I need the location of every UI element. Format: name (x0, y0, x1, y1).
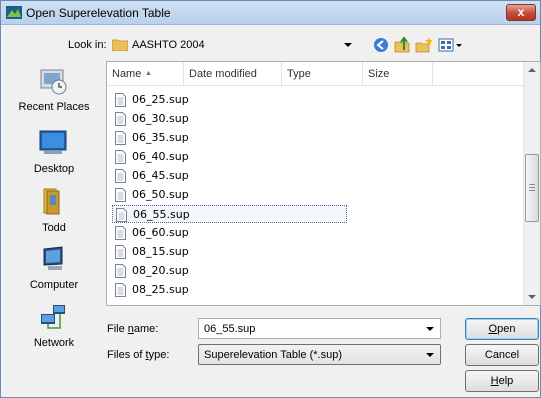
file-name: 06_45.sup (132, 169, 189, 182)
title-bar: Open Superelevation Table x (1, 1, 540, 25)
file-row[interactable]: 06_25.sup (112, 91, 347, 109)
filename-label: File name: (107, 323, 159, 335)
place-label: Todd (42, 222, 66, 234)
file-icon (115, 283, 126, 297)
computer-icon (43, 246, 63, 270)
file-row[interactable]: 06_50.sup (112, 186, 347, 204)
app-icon (6, 6, 22, 19)
column-label: Date modified (189, 68, 257, 80)
new-folder-icon[interactable] (415, 36, 433, 54)
recent-places-icon (40, 69, 67, 95)
file-name: 06_55.sup (133, 208, 190, 221)
place-network[interactable]: Network (8, 302, 100, 358)
file-icon (115, 169, 126, 183)
place-todd[interactable]: Todd (8, 187, 100, 243)
column-label: Name (112, 68, 142, 80)
place-label: Recent Places (18, 101, 90, 113)
window-title: Open Superelevation Table (26, 6, 171, 20)
sort-ascending-icon: ▲ (145, 70, 152, 77)
place-desktop[interactable]: Desktop (8, 128, 100, 184)
lookin-dropdown[interactable]: AASHTO 2004 (108, 34, 358, 56)
grip-icon (529, 184, 535, 191)
open-button[interactable]: Open (465, 318, 539, 340)
places-bar: Recent Places Desktop Todd Computer Netw… (8, 64, 100, 374)
filename-input[interactable]: 06_55.sup (198, 318, 441, 339)
lookin-label: Look in: (68, 39, 107, 51)
chevron-down-icon (344, 43, 352, 47)
file-row[interactable]: 06_30.sup (112, 110, 347, 128)
cancel-button[interactable]: Cancel (465, 344, 539, 366)
folder-icon (112, 39, 128, 51)
up-folder-icon[interactable] (393, 36, 411, 54)
file-row[interactable]: 08_25.sup (112, 281, 347, 299)
scroll-down-icon[interactable] (528, 295, 536, 299)
file-name: 06_50.sup (132, 188, 189, 201)
file-name: 08_15.sup (132, 245, 189, 258)
filetype-dropdown[interactable]: Superelevation Table (*.sup) (198, 344, 441, 365)
close-button[interactable]: x (506, 4, 536, 21)
filename-value: 06_55.sup (204, 323, 256, 335)
column-label: Size (368, 68, 390, 80)
views-menu-icon[interactable] (438, 36, 464, 54)
column-type[interactable]: Type (282, 62, 363, 86)
file-name: 08_25.sup (132, 283, 189, 296)
file-icon (116, 208, 127, 222)
lookin-value: AASHTO 2004 (132, 39, 205, 51)
file-row[interactable]: 06_55.sup (112, 205, 347, 223)
place-computer[interactable]: Computer (8, 244, 100, 300)
column-size[interactable]: Size (363, 62, 433, 86)
file-row[interactable]: 06_60.sup (112, 224, 347, 242)
chevron-down-icon[interactable] (426, 327, 434, 331)
file-icon (115, 226, 126, 240)
help-button[interactable]: Help (465, 370, 539, 392)
file-row[interactable]: 06_35.sup (112, 129, 347, 147)
file-icon (115, 188, 126, 202)
file-list[interactable]: Name ▲ Date modified Type Size 06_25.sup… (106, 61, 541, 306)
file-icon (115, 150, 126, 164)
filetype-value: Superelevation Table (*.sup) (204, 349, 342, 361)
file-name: 08_20.sup (132, 264, 189, 277)
column-date-modified[interactable]: Date modified (184, 62, 282, 86)
network-icon (41, 305, 65, 329)
column-label: Type (287, 68, 311, 80)
back-icon[interactable] (372, 36, 390, 54)
file-icon (115, 245, 126, 259)
column-header-row: Name ▲ Date modified Type Size (107, 62, 527, 86)
file-row[interactable]: 08_20.sup (112, 262, 347, 280)
scroll-up-icon[interactable] (528, 68, 536, 72)
file-row[interactable]: 06_40.sup (112, 148, 347, 166)
scrollbar-thumb[interactable] (525, 154, 539, 222)
desktop-icon (39, 130, 67, 154)
place-label: Network (33, 337, 75, 349)
place-recent-places[interactable]: Recent Places (8, 66, 100, 122)
file-name: 06_25.sup (132, 93, 189, 106)
file-name: 06_30.sup (132, 112, 189, 125)
file-name: 06_40.sup (132, 150, 189, 163)
file-row[interactable]: 06_45.sup (112, 167, 347, 185)
open-dialog: Open Superelevation Table x Look in: AAS… (0, 0, 541, 398)
place-label: Desktop (33, 163, 75, 175)
vertical-scrollbar[interactable] (523, 62, 540, 305)
filetype-label: Files of type: (107, 349, 170, 361)
file-name: 06_60.sup (132, 226, 189, 239)
file-icon (115, 93, 126, 107)
column-name[interactable]: Name ▲ (107, 62, 184, 86)
file-icon (115, 264, 126, 278)
file-row[interactable]: 08_15.sup (112, 243, 347, 261)
file-name: 06_35.sup (132, 131, 189, 144)
file-icon (115, 131, 126, 145)
place-label: Computer (29, 279, 79, 291)
user-folder-icon (43, 188, 60, 215)
chevron-down-icon (426, 353, 434, 357)
file-icon (115, 112, 126, 126)
